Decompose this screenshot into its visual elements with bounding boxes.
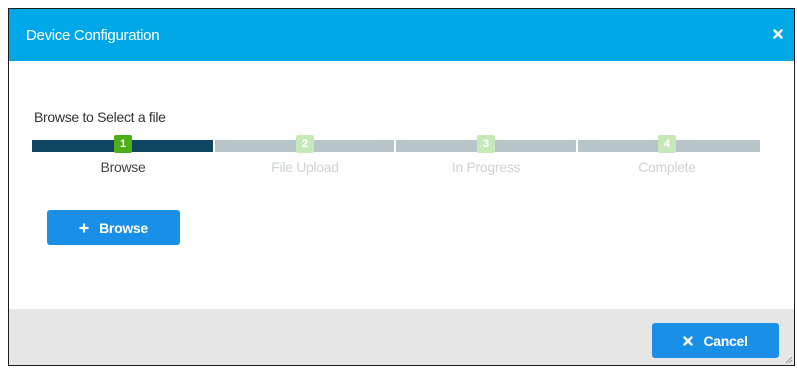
cancel-button[interactable]: Cancel xyxy=(652,323,779,358)
dialog-footer: Cancel xyxy=(9,309,794,365)
close-icon xyxy=(683,333,694,349)
dialog-title: Device Configuration xyxy=(26,26,160,44)
plus-icon xyxy=(79,220,89,236)
step-3-label: In Progress xyxy=(451,159,521,175)
browse-button-label: Browse xyxy=(99,219,148,236)
browse-button[interactable]: Browse xyxy=(47,210,180,245)
close-icon[interactable] xyxy=(770,26,786,42)
cancel-button-label: Cancel xyxy=(703,332,748,349)
step-2-label: File Upload xyxy=(271,159,339,175)
step-1-number: 1 xyxy=(114,135,132,153)
step-4-label: Complete xyxy=(638,159,696,175)
step-3-number: 3 xyxy=(477,135,495,153)
step-4-number: 4 xyxy=(658,135,676,153)
dialog-titlebar: Device Configuration xyxy=(9,9,794,61)
instruction-text: Browse to Select a file xyxy=(34,109,166,125)
step-progress: 1 2 3 4 Browse File Upload In Progress C… xyxy=(32,135,760,188)
device-configuration-dialog: Device Configuration Browse to Select a … xyxy=(8,8,795,366)
step-1-label: Browse xyxy=(100,159,146,175)
resize-grip-icon[interactable] xyxy=(785,356,793,364)
step-2-number: 2 xyxy=(296,135,314,153)
